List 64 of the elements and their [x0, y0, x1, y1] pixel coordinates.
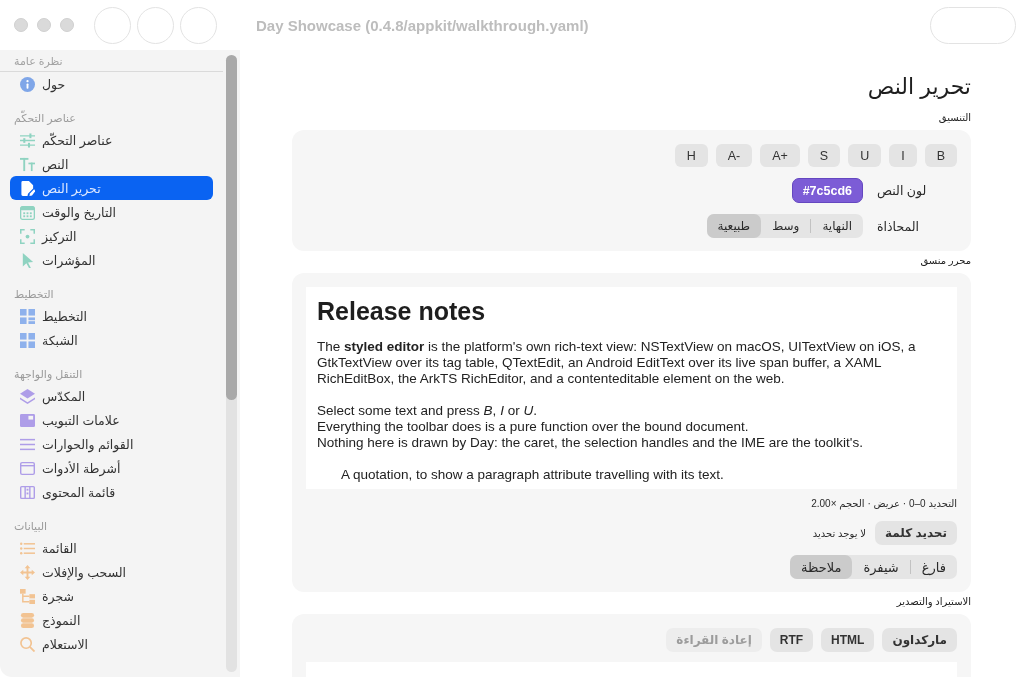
sidebar-item[interactable]: عناصر التحكّم [10, 128, 213, 152]
format-button[interactable]: H [674, 144, 708, 167]
sidebar-item[interactable]: القوائم والحوارات [10, 432, 213, 456]
sidebar-item[interactable]: السحب والإفلات [10, 560, 213, 584]
sidebar-section-header: البيانات [13, 519, 49, 534]
export-button[interactable]: HTML [821, 628, 875, 652]
format-button[interactable]: U [848, 144, 882, 167]
sidebar-section-header: عناصر التحكّم [13, 109, 77, 127]
editor-quote: A quotation, to show a paragraph attribute travelling with its text. [340, 467, 725, 483]
scrollbar-thumb[interactable] [226, 55, 237, 400]
sidebar-item[interactable]: النص [10, 152, 213, 176]
document-edit-icon [20, 180, 35, 196]
zoom-button[interactable] [60, 18, 74, 32]
sidebar-item[interactable]: حول [10, 72, 213, 96]
toolbar-button[interactable] [930, 6, 1016, 44]
minimize-button[interactable] [37, 18, 51, 32]
segment-option[interactable]: النهاية [811, 214, 863, 238]
format-button[interactable]: B [924, 144, 957, 167]
select-word-button[interactable]: تحديد كلمة [874, 521, 957, 545]
toolbar-button[interactable] [180, 6, 217, 44]
sidebar-item[interactable]: الشبكة [10, 328, 213, 352]
sidebar-section-header: التخطيط [13, 287, 55, 302]
sidebar-item[interactable]: شجرة [10, 584, 213, 608]
section-label: محرر منسق [919, 254, 971, 268]
sidebar-section-header: نظرة عامة [0, 51, 223, 72]
form-label: المحاذاة [877, 218, 920, 234]
segment-option[interactable]: طبيعية [706, 214, 762, 238]
color-button[interactable]: #7c5cd6 [791, 178, 863, 203]
sidebar-item[interactable]: الاستعلام [10, 632, 213, 656]
section-label: الاستيراد والتصدير [895, 595, 971, 609]
editor-paragraph: Select some text and press B, I or U. Everything the toolbar does is a pure function over the bound document. Nothing here is drawn by Day: the caret, the selection handles and the IME are the toolkit's. [317, 403, 864, 451]
page-title: تحرير النص [866, 73, 971, 101]
window-title: Day Showcase (0.4.8/appkit/walkthrough.yaml) [256, 16, 589, 34]
sidebar-item[interactable]: أشرطة الأدوات [10, 456, 213, 480]
form-label: لون النص [877, 183, 928, 198]
sidebar-item[interactable]: المؤشرات [10, 248, 213, 272]
format-button[interactable]: S [807, 144, 841, 167]
sidebar-item[interactable]: التركيز [10, 224, 213, 248]
format-button[interactable]: A+ [760, 144, 800, 167]
section-label: التنسيق [937, 111, 971, 125]
toolbar-button[interactable] [137, 6, 174, 44]
segment-option[interactable]: فارغ [910, 555, 957, 579]
segment-option[interactable]: شيفرة [852, 555, 910, 579]
toolbar-button[interactable] [94, 6, 131, 44]
format-button[interactable]: I [889, 144, 917, 167]
export-button[interactable]: RTF [769, 628, 814, 652]
selection-note: لا يوجد تحديد [812, 527, 866, 539]
sidebar-section-header: التنقل والواجهة [13, 367, 84, 383]
export-button[interactable]: ماركداون [882, 628, 957, 652]
segment-option[interactable]: ملاحظة [790, 555, 853, 579]
editor-paragraph: The styled editor is the platform's own rich-text view: NSTextView on macOS, UITextView on iOS, a GtkTextView over its tag table, QTextEdit, an Android EditText over its live span buffer, a XAML RichEditBox, the ArkTS RichEditor, and a contenteditable element on the web. [317, 339, 917, 387]
sidebar-item[interactable]: التخطيط [10, 304, 213, 328]
segment-option[interactable]: وسط [761, 214, 811, 238]
sidebar-item[interactable]: القائمة [10, 536, 213, 560]
sidebar-item[interactable]: تحرير النص [10, 176, 213, 200]
format-button[interactable]: A- [715, 144, 753, 167]
sidebar-item[interactable]: المكدّس [10, 384, 213, 408]
selection-status: التحديد 0–0 · عريض · الحجم ×2.00 [811, 497, 957, 511]
editor-heading: Release notes [317, 297, 487, 325]
sidebar-item[interactable]: قائمة المحتوى [10, 480, 213, 504]
close-button[interactable] [14, 18, 28, 32]
sidebar-item[interactable]: علامات التبويب [10, 408, 213, 432]
sidebar-item[interactable]: التاريخ والوقت [10, 200, 213, 224]
sidebar-item[interactable]: النموذج [10, 608, 213, 632]
